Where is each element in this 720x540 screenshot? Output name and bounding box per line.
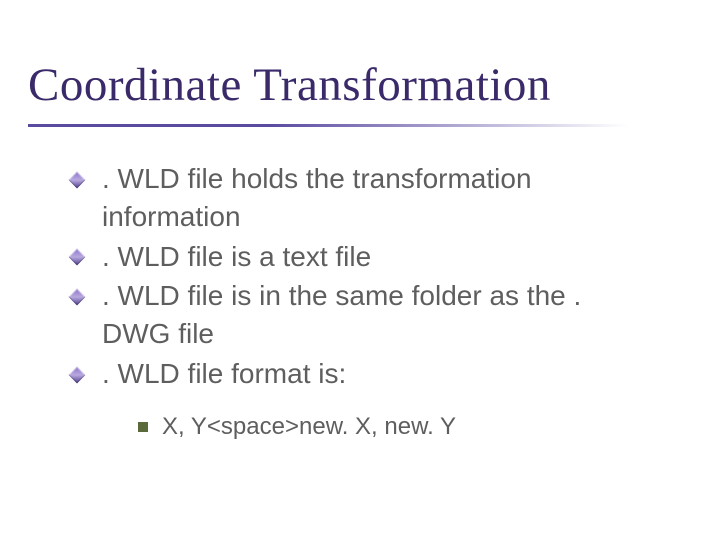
- square-bullet-icon: [138, 422, 148, 432]
- slide: Coordinate Transformation . WLD file hol…: [0, 0, 720, 540]
- slide-title: Coordinate Transformation: [28, 58, 551, 112]
- slide-body: . WLD file holds the transformation info…: [70, 160, 650, 443]
- diamond-bullet-icon: [70, 290, 84, 304]
- list-item: . WLD file format is:: [70, 355, 650, 393]
- list-item-text: . WLD file format is:: [102, 358, 346, 389]
- title-underline: [28, 124, 628, 127]
- sublist-item: X, Y<space>new. X, new. Y: [138, 411, 650, 443]
- list-item: . WLD file is a text file: [70, 238, 650, 276]
- sublist: X, Y<space>new. X, new. Y: [138, 411, 650, 443]
- list-item: . WLD file holds the transformation info…: [70, 160, 650, 236]
- list-item-text: . WLD file is in the same folder as the …: [102, 280, 581, 349]
- diamond-bullet-icon: [70, 173, 84, 187]
- diamond-bullet-icon: [70, 368, 84, 382]
- list-item: . WLD file is in the same folder as the …: [70, 277, 650, 353]
- sublist-item-text: X, Y<space>new. X, new. Y: [162, 413, 456, 440]
- list-item-text: . WLD file is a text file: [102, 241, 371, 272]
- list-item-text: . WLD file holds the transformation info…: [102, 163, 532, 232]
- diamond-bullet-icon: [70, 250, 84, 264]
